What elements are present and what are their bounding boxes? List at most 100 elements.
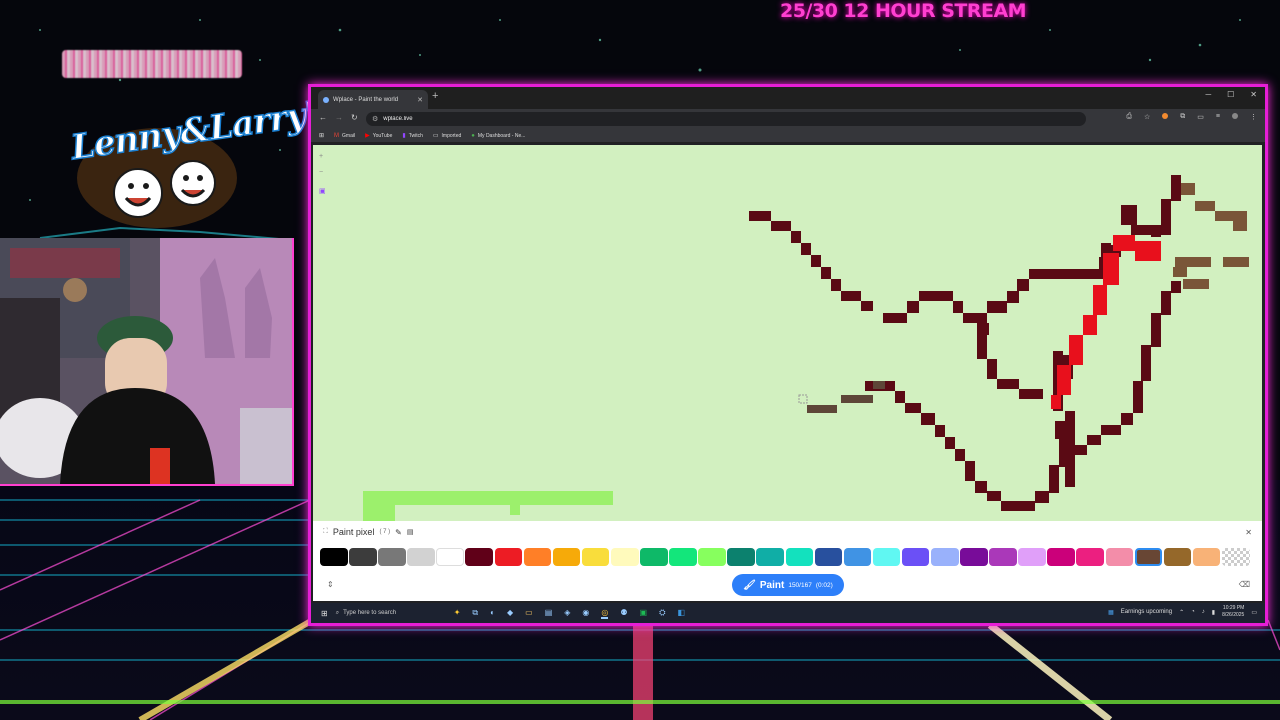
color-swatch[interactable] — [581, 548, 610, 566]
minimize-icon[interactable]: ─ — [1205, 90, 1211, 99]
install-icon[interactable]: ⎙ — [1126, 113, 1132, 121]
bookmark-imported[interactable]: ▭ Imported — [432, 132, 461, 140]
security-icon[interactable]: ◈ — [564, 608, 570, 619]
palette-settings-icon[interactable]: ▤ — [407, 528, 414, 536]
store-icon[interactable]: ▤ — [545, 608, 553, 619]
brush-icon: 🖌 — [743, 579, 756, 591]
sidepanel-icon[interactable]: ▭ — [1197, 113, 1204, 121]
webcam-feed — [0, 238, 294, 486]
color-swatch[interactable] — [756, 548, 784, 566]
vscode-icon[interactable]: ◧ — [678, 608, 686, 619]
close-panel-icon[interactable]: ✕ — [1245, 528, 1252, 537]
maximize-icon[interactable]: ☐ — [1227, 90, 1234, 99]
color-swatch[interactable] — [465, 548, 494, 566]
expand-icon[interactable]: ⛶ — [323, 528, 328, 536]
color-swatch[interactable] — [1105, 548, 1134, 566]
tray-app-icon[interactable]: ▮ — [1212, 609, 1215, 616]
task-view-icon[interactable]: ⧉ — [472, 608, 478, 619]
color-swatch[interactable] — [407, 548, 435, 566]
kebab-menu-icon[interactable]: ⋮ — [1250, 113, 1257, 121]
color-swatch[interactable] — [785, 548, 814, 566]
site-info-icon[interactable]: ⚙ — [372, 115, 378, 123]
network-icon[interactable]: ◔ — [1191, 609, 1195, 615]
start-button-icon[interactable]: ⊞ — [321, 609, 328, 618]
new-tab-button[interactable]: + — [432, 90, 438, 102]
apps-grid-icon[interactable]: ⊞ — [319, 132, 324, 139]
volume-icon[interactable]: ♪ — [1202, 609, 1205, 615]
menu-icon[interactable]: ≡ — [1216, 113, 1220, 121]
profile-avatar[interactable] — [1232, 113, 1238, 119]
photos-icon[interactable]: ◆ — [507, 608, 513, 619]
wplace-canvas[interactable]: + − ▣ — [313, 145, 1262, 521]
collapse-toggle-icon[interactable]: ⇕ — [327, 580, 334, 589]
news-icon[interactable]: ▦ — [1108, 609, 1114, 616]
color-swatch[interactable] — [1192, 548, 1221, 566]
reload-icon[interactable]: ↻ — [351, 113, 358, 122]
folder-icon: ▭ — [432, 133, 439, 139]
forward-icon[interactable]: → — [335, 113, 343, 122]
color-swatch[interactable] — [1134, 548, 1163, 566]
bookmark-twitch[interactable]: ▮ Twitch — [402, 132, 422, 140]
color-swatch[interactable] — [872, 548, 901, 566]
paint-button[interactable]: 🖌 Paint 150/167 (0:02) — [732, 574, 844, 596]
steam-icon[interactable]: ⛭ — [659, 608, 665, 619]
edge-icon[interactable]: ◐ — [490, 608, 495, 619]
edit-icon[interactable]: ✎ — [395, 528, 402, 537]
paint-panel-count: ( 7 ) — [379, 529, 391, 535]
color-swatch[interactable] — [901, 548, 930, 566]
zoom-out-icon[interactable]: − — [319, 169, 323, 176]
windows-taskbar: ⊞ ⌕ Type here to search ✦ ⧉ ◐ ◆ ▭ ▤ ◈ ◉ … — [311, 603, 1265, 623]
color-swatch[interactable] — [930, 548, 959, 566]
color-swatch[interactable] — [1076, 548, 1105, 566]
close-tab-icon[interactable]: ✕ — [417, 96, 423, 104]
obs-icon[interactable]: ◉ — [582, 608, 589, 619]
copilot-icon[interactable]: ✦ — [454, 608, 461, 619]
color-swatch[interactable] — [1221, 548, 1250, 566]
color-swatch[interactable] — [814, 548, 843, 566]
color-swatch[interactable] — [1047, 548, 1075, 566]
tray-chevron-icon[interactable]: ⌃ — [1179, 609, 1184, 616]
color-swatch[interactable] — [1018, 548, 1046, 566]
bookmarks-bar: ⊞ M Gmail ▶ YouTube ▮ Twitch ▭ Imported ● My … — [311, 129, 1265, 143]
bookmark-dashboard[interactable]: ● My Dashboard - Ne... — [471, 133, 525, 139]
color-swatch[interactable] — [436, 548, 464, 566]
bookmark-gmail[interactable]: M Gmail — [334, 133, 355, 139]
color-swatch[interactable] — [320, 548, 348, 566]
color-swatch[interactable] — [669, 548, 697, 566]
taskbar-search[interactable]: ⌕ Type here to search — [336, 606, 446, 620]
notifications-icon[interactable]: ▭ — [1251, 609, 1257, 616]
bookmark-youtube[interactable]: ▶ YouTube — [365, 132, 392, 140]
color-swatch[interactable] — [349, 548, 377, 566]
bookmark-star-icon[interactable]: ☆ — [1144, 113, 1150, 121]
color-swatch[interactable] — [552, 548, 581, 566]
zoom-in-icon[interactable]: + — [319, 153, 323, 160]
color-swatch[interactable] — [843, 548, 872, 566]
extensions-puzzle-icon[interactable]: ⧉ — [1180, 113, 1185, 121]
color-swatch[interactable] — [698, 548, 726, 566]
color-swatch[interactable] — [610, 548, 639, 566]
chrome-icon[interactable]: ◎ — [601, 608, 609, 619]
color-swatch[interactable] — [960, 548, 988, 566]
url-input[interactable] — [383, 116, 584, 122]
address-bar[interactable]: ⚙ — [366, 112, 1086, 126]
file-explorer-icon[interactable]: ▭ — [525, 608, 533, 619]
color-swatch[interactable] — [523, 548, 552, 566]
news-widget[interactable]: Earnings upcoming — [1121, 609, 1172, 615]
eraser-icon[interactable]: ⌫ — [1239, 580, 1250, 589]
color-swatch[interactable] — [640, 548, 668, 566]
color-swatch[interactable] — [494, 548, 523, 566]
taskbar-clock[interactable]: 10:29 PM 8/26/2025 — [1222, 605, 1244, 619]
color-swatch[interactable] — [727, 548, 755, 566]
twitch-login-icon[interactable]: ▣ — [319, 187, 326, 195]
color-swatch[interactable] — [1163, 548, 1192, 566]
browser-tab[interactable]: Wplace - Paint the world ✕ — [318, 90, 428, 109]
back-icon[interactable]: ← — [319, 113, 327, 122]
app-icon[interactable]: ⚉ — [620, 608, 627, 619]
spotify-icon[interactable]: ▣ — [640, 608, 648, 619]
extension-icon[interactable] — [1162, 113, 1169, 119]
stream-title: 25/30 12 HOUR STREAM — [780, 0, 1027, 22]
close-window-icon[interactable]: ✕ — [1250, 90, 1257, 99]
color-swatch[interactable] — [378, 548, 406, 566]
twitch-icon: ▮ — [402, 133, 406, 139]
color-swatch[interactable] — [989, 548, 1017, 566]
